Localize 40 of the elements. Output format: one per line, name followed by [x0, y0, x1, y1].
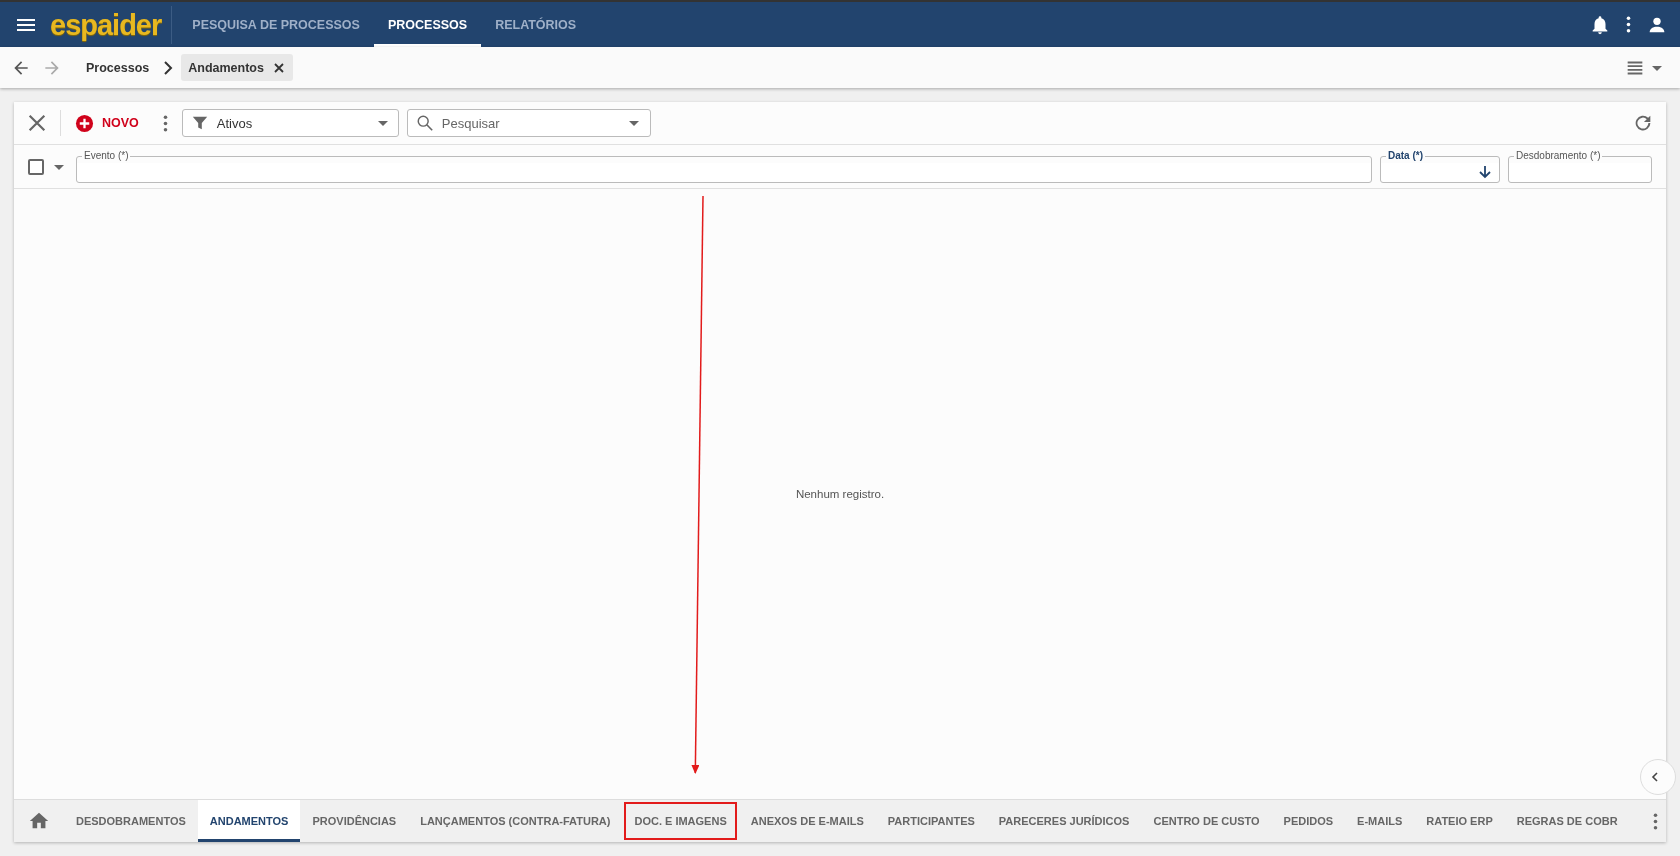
plus-circle-icon [75, 113, 94, 133]
more-icon[interactable] [1626, 16, 1631, 33]
breadcrumb-link[interactable]: Processos [86, 60, 150, 75]
breadcrumb-current: Andamentos [188, 60, 264, 75]
nav-tab[interactable]: PESQUISA DE PROCESSOS [178, 2, 374, 47]
empty-message: Nenhum registro. [795, 488, 885, 500]
column-header: Data (*) [1387, 150, 1424, 162]
search-icon [415, 114, 434, 132]
tab[interactable]: LANÇAMENTOS (CONTRA-FATURA) [408, 800, 623, 842]
more-icon[interactable] [162, 114, 168, 132]
tab[interactable]: PEDIDOS [1271, 800, 1346, 842]
tab[interactable]: PARECERES JURÍDICOS [986, 800, 1142, 842]
tab[interactable]: PROVIDÊNCIAS [300, 800, 409, 842]
tab[interactable]: PARTICIPANTES [875, 800, 987, 842]
tab[interactable]: ANDAMENTOS [197, 800, 301, 842]
tab[interactable]: DOC. E IMAGENS [622, 800, 739, 842]
close-icon[interactable] [272, 61, 285, 74]
tab[interactable]: REGRAS DE COBR [1504, 800, 1630, 842]
tab[interactable]: ANEXOS DE E-MAILS [738, 800, 876, 842]
checkbox[interactable] [28, 158, 44, 175]
column-filter-field[interactable]: Data (*) [1380, 150, 1500, 183]
new-button[interactable]: NOVO [75, 113, 145, 133]
close-icon[interactable] [26, 112, 48, 134]
nav-tab[interactable]: RELATÓRIOS [481, 2, 591, 47]
column-filter-field[interactable]: Evento (*) [76, 150, 1372, 183]
more-icon [1653, 812, 1658, 830]
column-filter-field[interactable]: Desdobramento (*) [1508, 150, 1652, 183]
app-logo: espaider [50, 5, 173, 44]
tab[interactable]: CENTRO DE CUSTO [1141, 800, 1272, 842]
search-field[interactable]: Pesquisar [406, 109, 651, 137]
column-header: Desdobramento (*) [1515, 150, 1602, 162]
chevron-left-icon [1649, 771, 1661, 783]
breadcrumb-chip[interactable]: Andamentos [181, 54, 293, 81]
tab[interactable]: E-MAILS [1345, 800, 1415, 842]
filter-icon [190, 114, 209, 132]
column-header: Evento (*) [83, 150, 130, 162]
tab[interactable]: DESDOBRAMENTOS [64, 800, 198, 842]
tab[interactable]: RATEIO ERP [1414, 800, 1505, 842]
sort-down-arrow-icon[interactable] [1477, 164, 1493, 180]
filter-dropdown[interactable]: Ativos [181, 109, 399, 137]
